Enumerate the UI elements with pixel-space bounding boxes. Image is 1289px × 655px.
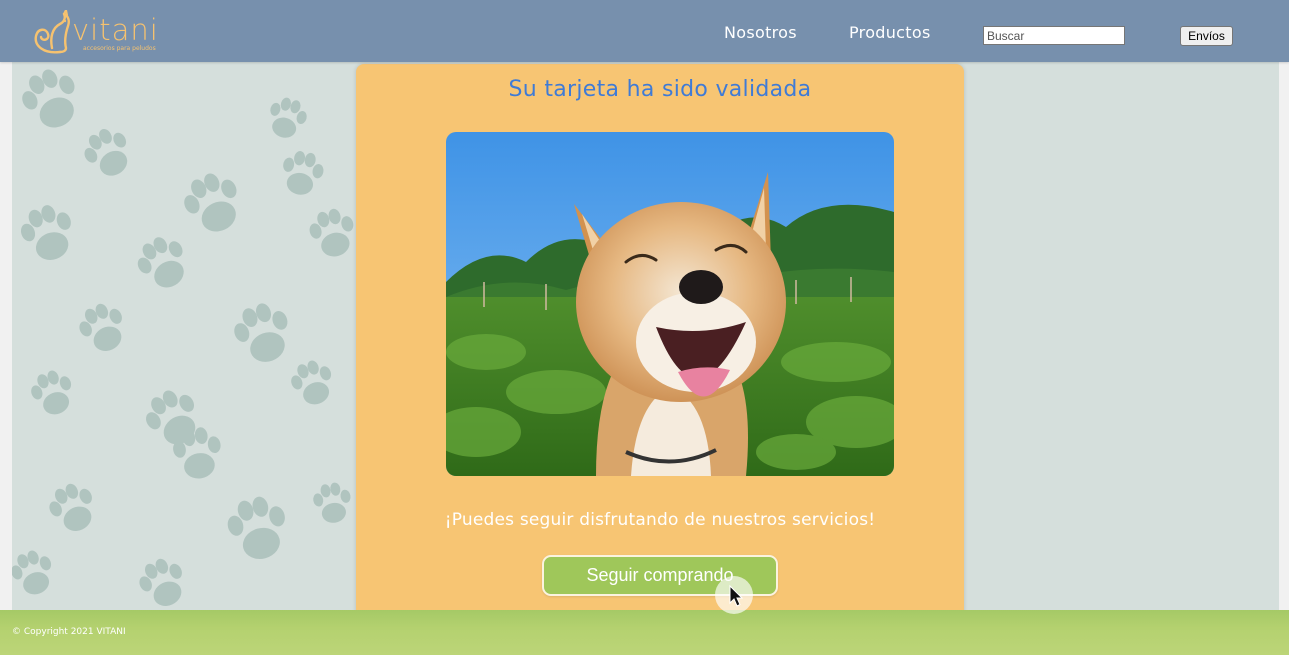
- site-logo[interactable]: vitani accesorios para peludos: [30, 10, 180, 56]
- nav-link-nosotros[interactable]: Nosotros: [724, 25, 797, 41]
- search-input[interactable]: [983, 26, 1125, 45]
- success-message: ¡Puedes seguir disfrutando de nuestros s…: [444, 510, 876, 530]
- shipping-button[interactable]: Envíos: [1180, 26, 1233, 46]
- validation-card: Su tarjeta ha sido validada ¡Puedes segu…: [356, 64, 964, 624]
- site-header: vitani accesorios para peludos Nosotros …: [0, 0, 1289, 62]
- page-title: Su tarjeta ha sido validada: [508, 77, 812, 102]
- squirrel-logo-icon: [34, 10, 70, 54]
- mouse-pointer-icon: [715, 576, 753, 614]
- happy-dog-photo: [446, 132, 894, 476]
- nav-link-productos[interactable]: Productos: [849, 25, 931, 41]
- logo-tagline: accesorios para peludos: [83, 45, 156, 52]
- copyright-text: © Copyright 2021 VITANI: [12, 627, 126, 637]
- site-footer: © Copyright 2021 VITANI: [0, 610, 1289, 655]
- logo-wordmark: vitani: [72, 13, 159, 47]
